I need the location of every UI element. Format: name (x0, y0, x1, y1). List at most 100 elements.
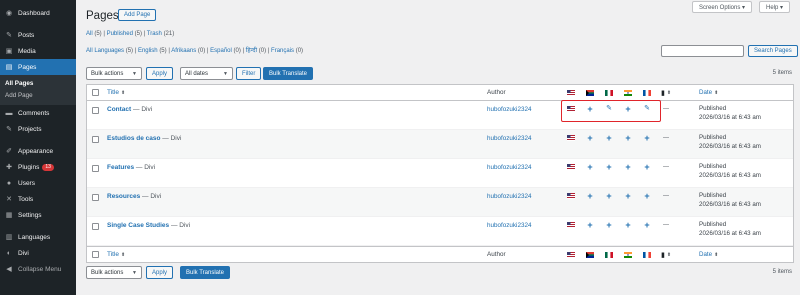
media-icon: ▣ (5, 48, 13, 55)
add-translation-icon[interactable]: + (641, 133, 653, 143)
search-input[interactable] (661, 45, 744, 57)
add-translation-icon[interactable]: + (622, 162, 634, 172)
column-title-header[interactable]: Title ⬍ (107, 89, 125, 96)
column-date-header[interactable]: Date ⬍ (699, 89, 718, 96)
lang-filter-english[interactable]: English (138, 48, 158, 54)
sidebar-item-settings[interactable]: ▦ Settings (0, 207, 76, 223)
page-state-suffix: — Divi (131, 106, 153, 113)
bulk-actions-select-bottom[interactable]: Bulk actions ▼ (86, 266, 142, 279)
submenu-add-page[interactable]: Add Page (0, 89, 76, 101)
bulk-translate-button[interactable]: Bulk Translate (263, 67, 314, 80)
add-translation-icon[interactable]: + (622, 191, 634, 201)
view-trash[interactable]: Trash (147, 31, 162, 37)
view-published[interactable]: Published (107, 31, 133, 37)
sidebar-item-label: Appearance (18, 147, 54, 155)
add-page-button[interactable]: Add Page (118, 9, 157, 21)
sidebar-item-comments[interactable]: ▬ Comments (0, 105, 76, 121)
language-views: All Languages (5) | English (5) | Afrika… (86, 48, 304, 54)
add-translation-icon[interactable]: + (641, 162, 653, 172)
add-translation-icon[interactable]: + (603, 133, 615, 143)
flag-fr-icon (641, 88, 653, 98)
flag-us-icon[interactable] (565, 191, 577, 201)
add-translation-icon[interactable]: + (622, 220, 634, 230)
page-title-link[interactable]: Features (107, 164, 134, 171)
add-translation-icon[interactable]: + (584, 133, 596, 143)
select-all-checkbox[interactable] (92, 89, 99, 96)
author-link[interactable]: hubofozuki2324 (487, 164, 531, 171)
bulk-actions-select[interactable]: Bulk actions ▼ (86, 67, 142, 80)
flag-us-icon[interactable] (565, 162, 577, 172)
sidebar-item-pages[interactable]: ▤ Pages (0, 59, 76, 75)
lang-filter-francais[interactable]: Français (271, 48, 294, 54)
column-date-footer[interactable]: Date ⬍ (699, 251, 718, 258)
bulk-translate-button-bottom[interactable]: Bulk Translate (180, 266, 231, 279)
row-checkbox[interactable] (92, 223, 99, 230)
date-text: 2026/03/16 at 6:43 am (699, 143, 761, 150)
items-count-bottom: 5 items (772, 269, 792, 275)
add-translation-icon[interactable]: + (584, 220, 596, 230)
screen-options-button[interactable]: Screen Options ▾ (692, 1, 753, 13)
date-text: 2026/03/16 at 6:43 am (699, 172, 761, 179)
row-checkbox[interactable] (92, 194, 99, 201)
add-translation-icon[interactable]: + (603, 162, 615, 172)
filter-button[interactable]: Filter (236, 67, 262, 80)
sidebar-item-dashboard[interactable]: ◉ Dashboard (0, 5, 76, 21)
row-checkbox[interactable] (92, 107, 99, 114)
dates-filter-select[interactable]: All dates ▼ (180, 67, 233, 80)
sidebar-item-divi[interactable]: ◐ Divi (0, 245, 76, 261)
status-text: Published (699, 105, 727, 112)
sidebar-item-label: Media (18, 47, 36, 55)
sidebar-item-plugins[interactable]: ✚ Plugins 13 (0, 159, 76, 175)
date-text: 2026/03/16 at 6:43 am (699, 230, 761, 237)
column-title-footer[interactable]: Title ⬍ (107, 251, 125, 258)
page-title-link[interactable]: Contact (107, 106, 131, 113)
sidebar-collapse-menu[interactable]: ◀ Collapse Menu (0, 261, 76, 277)
add-translation-icon[interactable]: + (584, 162, 596, 172)
lang-filter-afrikaans[interactable]: Afrikaans (171, 48, 196, 54)
add-translation-icon[interactable]: + (603, 220, 615, 230)
add-translation-icon[interactable]: + (622, 133, 634, 143)
row-date: Published 2026/03/16 at 6:43 am (699, 104, 761, 122)
submenu-all-pages[interactable]: All Pages (0, 77, 76, 89)
table-row: Contact — Divi hubofozuki2324 + ✎ + ✎ — Publish… (87, 101, 793, 130)
author-link[interactable]: hubofozuki2324 (487, 135, 531, 142)
lang-filter-all[interactable]: All Languages (86, 48, 124, 54)
view-count: (0) (197, 48, 206, 54)
select-all-checkbox[interactable] (92, 251, 99, 258)
sidebar-item-media[interactable]: ▣ Media (0, 43, 76, 59)
sidebar-item-languages[interactable]: ▥ Languages (0, 229, 76, 245)
author-link[interactable]: hubofozuki2324 (487, 106, 531, 113)
author-link[interactable]: hubofozuki2324 (487, 193, 531, 200)
sidebar-item-posts[interactable]: ✎ Posts (0, 27, 76, 43)
sidebar-item-appearance[interactable]: ✐ Appearance (0, 143, 76, 159)
lang-filter-espanol[interactable]: Español (210, 48, 232, 54)
add-translation-icon[interactable]: + (603, 191, 615, 201)
lang-filter-hindi[interactable]: हिन्दी (246, 48, 257, 54)
tools-icon: ✕ (6, 196, 12, 203)
add-translation-icon[interactable]: + (641, 191, 653, 201)
flag-us-icon[interactable] (565, 220, 577, 230)
view-all[interactable]: All (86, 31, 93, 37)
table-row: Estudios de caso — Divi hubofozuki2324 + + +… (87, 130, 793, 159)
sidebar-item-users[interactable]: ● Users (0, 175, 76, 191)
add-translation-icon[interactable]: + (641, 220, 653, 230)
sidebar-item-projects[interactable]: ✎ Projects (0, 121, 76, 137)
comments-column-icon[interactable]: ▮ ⬍ (660, 88, 672, 98)
comments-icon: ▬ (5, 109, 13, 117)
comments-column-icon[interactable]: ▮ ⬍ (660, 250, 672, 260)
apply-button-bottom[interactable]: Apply (146, 266, 174, 279)
row-checkbox[interactable] (92, 136, 99, 143)
table-footer: Title ⬍ Author ▮ ⬍ Date ⬍ (87, 246, 793, 262)
page-title-link[interactable]: Single Case Studies (107, 222, 169, 229)
page-title-link[interactable]: Estudios de caso (107, 135, 160, 142)
add-translation-icon[interactable]: + (584, 191, 596, 201)
sidebar-item-tools[interactable]: ✕ Tools (0, 191, 76, 207)
date-text: 2026/03/16 at 6:43 am (699, 201, 761, 208)
search-pages-button[interactable]: Search Pages (748, 45, 798, 57)
help-button[interactable]: Help ▾ (759, 1, 791, 13)
author-link[interactable]: hubofozuki2324 (487, 222, 531, 229)
page-title-link[interactable]: Resources (107, 193, 140, 200)
apply-button[interactable]: Apply (146, 67, 174, 80)
row-checkbox[interactable] (92, 165, 99, 172)
flag-us-icon[interactable] (565, 133, 577, 143)
